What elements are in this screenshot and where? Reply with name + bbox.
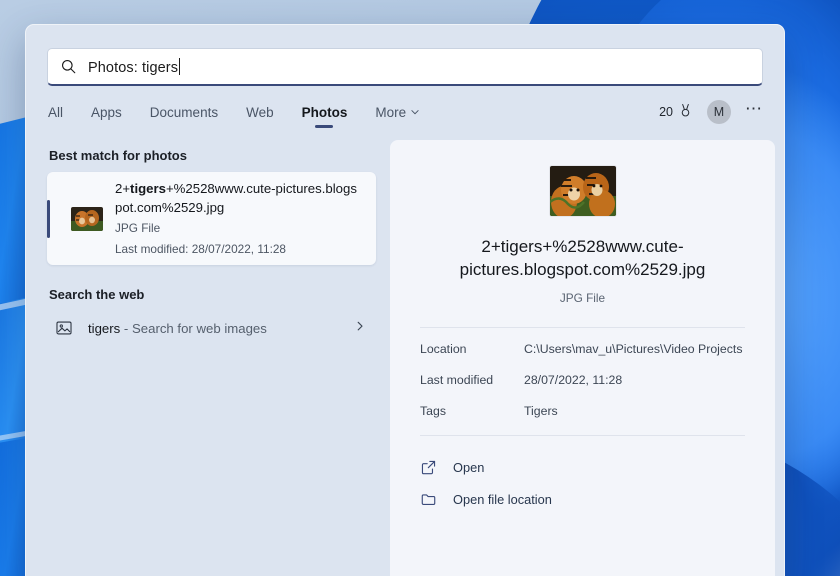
search-box-container: Photos: tigers [25,24,785,86]
metadata-value: C:\Users\mav_u\Pictures\Video Projects [524,341,743,356]
folder-icon [420,491,437,508]
tab-label: Documents [149,104,219,120]
avatar[interactable]: M [707,100,731,124]
tab-label: Photos [301,104,348,120]
search-input[interactable]: Photos: tigers [47,48,763,86]
metadata-row: Location C:\Users\mav_u\Pictures\Video P… [420,342,745,356]
filter-tab-bar: All Apps Documents Web Photos More 20 M … [25,86,785,132]
result-title-prefix: 2+ [115,180,131,196]
metadata-row: Tags Tigers [420,404,745,418]
result-title: 2+tigers+%2528www.cute-pictures.blogspot… [115,179,364,217]
metadata-key: Location [420,341,467,356]
medal-icon [678,103,693,121]
search-web-description: - Search for web images [123,320,267,336]
chevron-down-icon [410,105,420,120]
search-web-label: tigers - Search for web images [88,321,354,336]
metadata-key: Tags [420,403,446,418]
tab-label: Apps [91,104,122,120]
best-match-section-title: Best match for photos [49,148,187,163]
metadata-row: Last modified 28/07/2022, 11:28 [420,373,745,387]
image-icon [55,319,73,337]
tab-list: All Apps Documents Web Photos More [47,101,659,130]
open-file-location-action[interactable]: Open file location [420,484,745,516]
result-title-highlight: tigers [130,180,166,196]
preview-actions: Open Open file location [414,436,751,516]
search-results-body: Best match for photos 2+tigers+%2528www.… [25,132,785,576]
preview-file-type: JPG File [559,290,606,305]
search-icon [60,58,77,75]
metadata-key: Last modified [420,372,494,387]
tab-label: More [375,104,407,120]
result-last-modified: Last modified: 28/07/2022, 11:28 [115,241,286,256]
open-file-location-label: Open file location [453,492,552,508]
search-web-section-title: Search the web [49,287,145,302]
tab-documents[interactable]: Documents [136,101,232,130]
tiger-photo-thumbnail [71,206,103,231]
windows-search-panel: Photos: tigers All Apps Documents Web Ph… [25,24,785,576]
tiger-photo-preview [549,166,616,216]
best-match-result[interactable]: 2+tigers+%2528www.cute-pictures.blogspot… [47,172,376,265]
avatar-initial: M [713,105,725,119]
rewards-badge[interactable]: 20 [659,103,693,121]
header-actions: 20 M ⋯ [659,100,763,130]
tab-label: All [48,104,64,120]
tab-label: Web [246,104,274,120]
result-text-block: 2+tigers+%2528www.cute-pictures.blogspot… [115,179,364,259]
chevron-right-icon[interactable] [354,319,366,337]
tab-all[interactable]: All [47,101,77,130]
search-web-query: tigers [88,320,121,336]
results-column: Best match for photos 2+tigers+%2528www.… [25,132,388,576]
open-external-icon [420,459,437,476]
open-action-label: Open [453,460,485,476]
metadata-value: Tigers [524,403,558,418]
rewards-count: 20 [659,105,673,119]
result-file-type: JPG File [115,220,161,235]
preview-file-name: 2+tigers+%2528www.cute-pictures.blogspot… [459,237,706,279]
preview-pane: 2+tigers+%2528www.cute-pictures.blogspot… [390,140,775,576]
search-web-item[interactable]: tigers - Search for web images [47,311,376,345]
search-input-value: Photos: tigers [88,59,179,76]
tab-more[interactable]: More [361,101,434,130]
metadata-value: 28/07/2022, 11:28 [524,372,623,387]
ellipsis-icon[interactable]: ⋯ [745,100,763,120]
tab-web[interactable]: Web [232,101,288,130]
text-caret [179,57,181,75]
open-action[interactable]: Open [420,452,745,484]
preview-metadata-list: Location C:\Users\mav_u\Pictures\Video P… [414,328,751,435]
tab-photos[interactable]: Photos [288,101,362,130]
tab-apps[interactable]: Apps [77,101,136,130]
